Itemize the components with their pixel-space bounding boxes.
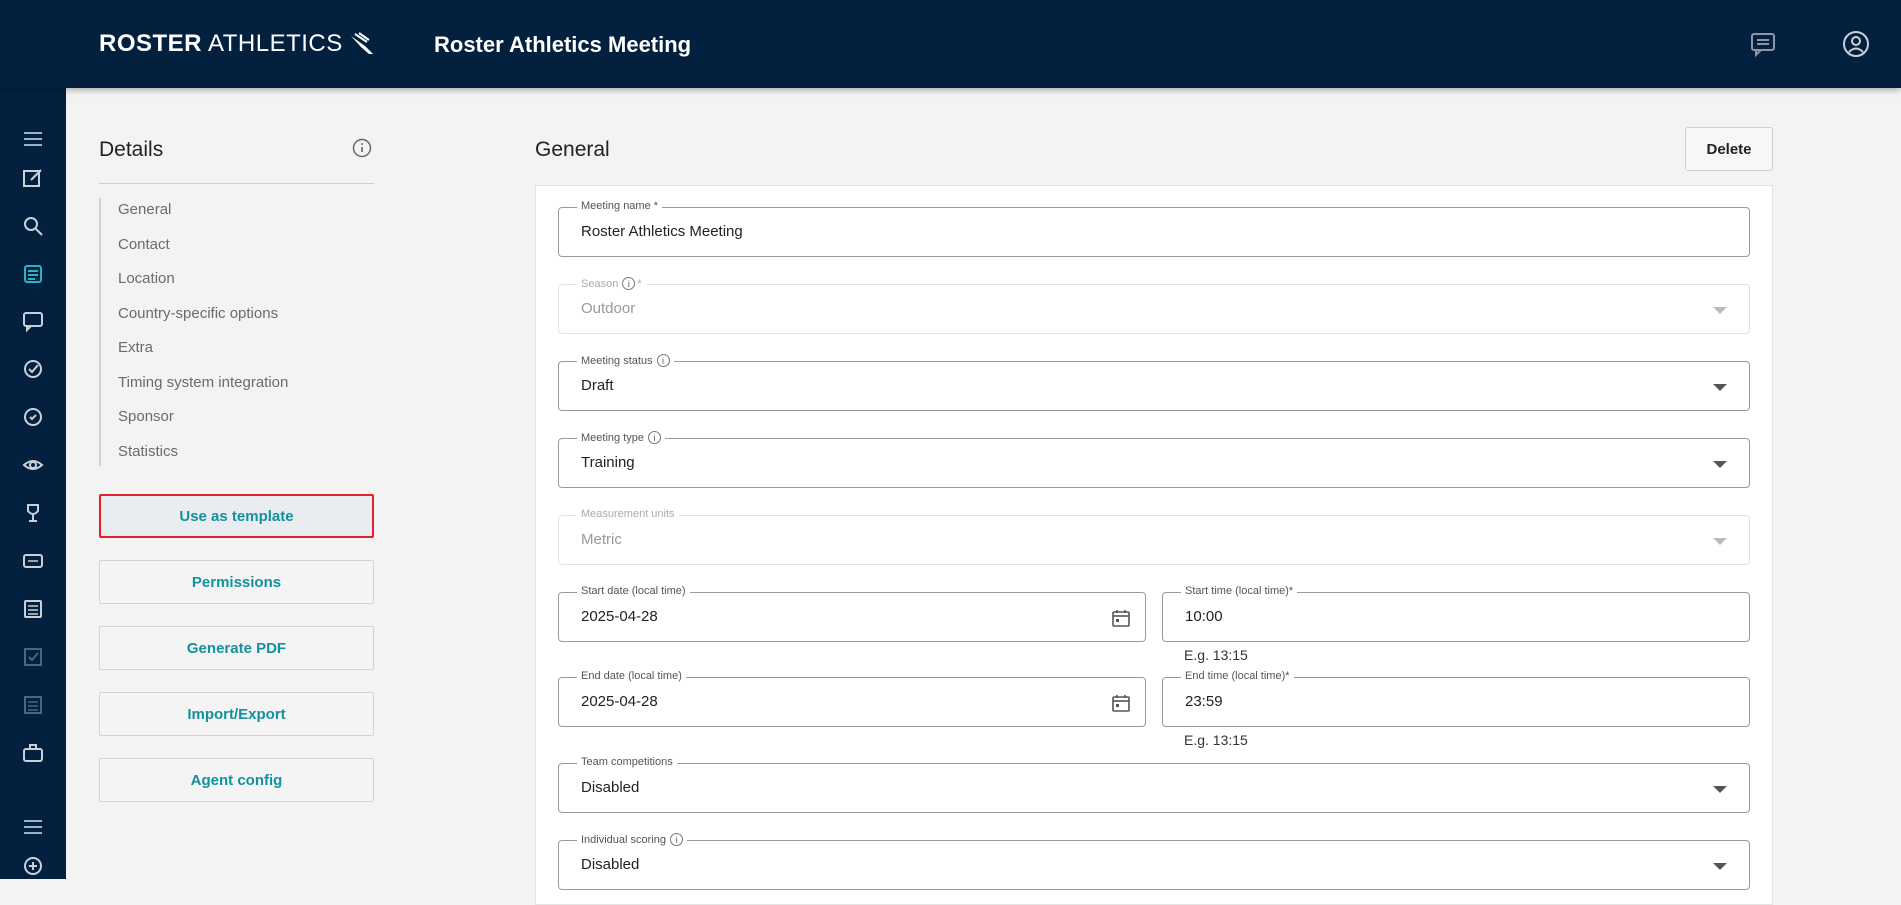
- trophy-icon[interactable]: [20, 500, 46, 526]
- winged-shoe-icon: [350, 32, 373, 54]
- scoring-info-icon[interactable]: i: [670, 833, 683, 846]
- start-date-value: 2025-04-28: [581, 608, 658, 625]
- info-icon[interactable]: [352, 138, 372, 163]
- season-label-text: Season: [581, 277, 619, 290]
- top-bar: ROSTER ATHLETICS Roster Athletics Meetin…: [0, 0, 1901, 88]
- nav-item-contact[interactable]: Contact: [101, 233, 288, 268]
- details-divider: [99, 183, 374, 184]
- briefcase-icon[interactable]: [20, 740, 46, 766]
- meeting-name-label: Meeting name *: [577, 200, 663, 212]
- measurement-units-label: Measurement units: [577, 508, 679, 520]
- check-badge-icon[interactable]: [20, 404, 46, 430]
- chevron-down-icon: [1713, 538, 1727, 545]
- nav-item-country-options[interactable]: Country-specific options: [101, 302, 288, 337]
- meeting-type-label-text: Meeting type: [581, 431, 644, 444]
- meeting-name-value: Roster Athletics Meeting: [581, 223, 743, 240]
- list-disabled-icon[interactable]: [20, 692, 46, 718]
- individual-scoring-select[interactable]: Individual scoring i Disabled: [558, 833, 1750, 890]
- start-time-hint: E.g. 13:15: [1184, 647, 1248, 663]
- season-value: Outdoor: [581, 300, 636, 317]
- individual-scoring-label: Individual scoring i: [577, 833, 687, 846]
- start-date-input[interactable]: Start date (local time) 2025-04-28: [558, 585, 1146, 642]
- status-info-icon[interactable]: i: [656, 354, 670, 367]
- start-date-label: Start date (local time): [577, 585, 690, 597]
- season-required-mark: *: [637, 277, 642, 290]
- individual-scoring-value: Disabled: [581, 856, 640, 873]
- team-competitions-label: Team competitions: [577, 756, 677, 768]
- end-date-label: End date (local time): [577, 670, 686, 682]
- section-title: General: [535, 138, 610, 161]
- generate-pdf-button[interactable]: Generate PDF: [99, 626, 374, 670]
- logo-light-text: ATHLETICS: [208, 30, 343, 57]
- calendar-icon[interactable]: [1111, 608, 1131, 633]
- page-title: Roster Athletics Meeting: [434, 32, 692, 57]
- season-select[interactable]: Season i * Outdoor: [558, 277, 1750, 334]
- nav-item-location[interactable]: Location: [101, 267, 288, 302]
- measurement-units-value: Metric: [581, 531, 622, 548]
- chevron-down-icon: [1713, 307, 1727, 314]
- team-competitions-value: Disabled: [581, 779, 640, 796]
- chevron-down-icon: [1713, 384, 1727, 391]
- meeting-type-select[interactable]: Meeting type i Training: [558, 431, 1750, 488]
- menu-icon[interactable]: [20, 126, 46, 152]
- details-nav: General Contact Location Country-specifi…: [99, 198, 288, 466]
- nav-item-general[interactable]: General: [101, 198, 288, 233]
- add-circle-icon[interactable]: [20, 853, 46, 879]
- meeting-name-input[interactable]: Meeting name * Roster Athletics Meeting: [558, 200, 1750, 257]
- end-date-input[interactable]: End date (local time) 2025-04-28: [558, 670, 1146, 727]
- chevron-down-icon: [1713, 863, 1727, 870]
- individual-scoring-label-text: Individual scoring: [581, 833, 666, 846]
- meeting-status-label: Meeting status i: [577, 354, 674, 367]
- season-info-icon[interactable]: i: [622, 277, 636, 290]
- app-logo[interactable]: ROSTER ATHLETICS: [99, 30, 377, 58]
- agent-config-button[interactable]: Agent config: [99, 758, 374, 802]
- end-time-label: End time (local time)*: [1181, 670, 1294, 682]
- nav-item-statistics[interactable]: Statistics: [101, 440, 288, 466]
- document-icon[interactable]: [20, 261, 46, 287]
- import-export-button[interactable]: Import/Export: [99, 692, 374, 736]
- end-date-value: 2025-04-28: [581, 693, 658, 710]
- meeting-status-label-text: Meeting status: [581, 354, 653, 367]
- end-time-value: 23:59: [1185, 693, 1223, 710]
- sidebar-rail: [0, 88, 66, 879]
- details-title: Details: [99, 138, 164, 161]
- end-time-input[interactable]: End time (local time)* 23:59: [1162, 670, 1750, 727]
- meeting-type-label: Meeting type i: [577, 431, 665, 444]
- meeting-type-value: Training: [581, 454, 635, 471]
- search-icon[interactable]: [20, 213, 46, 239]
- list-icon[interactable]: [20, 596, 46, 622]
- logo-bold-text: ROSTER: [99, 30, 203, 57]
- chevron-down-icon: [1713, 461, 1727, 468]
- season-label: Season i *: [577, 277, 646, 290]
- end-time-hint: E.g. 13:15: [1184, 732, 1248, 748]
- check-circle-icon[interactable]: [20, 356, 46, 382]
- menu-bottom-icon[interactable]: [20, 814, 46, 840]
- start-time-label: Start time (local time)*: [1181, 585, 1298, 597]
- nav-item-sponsor[interactable]: Sponsor: [101, 405, 288, 440]
- checkbox-icon[interactable]: [20, 644, 46, 670]
- team-competitions-select[interactable]: Team competitions Disabled: [558, 756, 1750, 813]
- chat-icon[interactable]: [1747, 28, 1779, 60]
- eye-icon[interactable]: [20, 452, 46, 478]
- type-info-icon[interactable]: i: [647, 431, 661, 444]
- calendar-icon[interactable]: [1111, 693, 1131, 718]
- account-icon[interactable]: [1840, 28, 1872, 60]
- delete-button[interactable]: Delete: [1685, 127, 1773, 171]
- measurement-units-select[interactable]: Measurement units Metric: [558, 508, 1750, 565]
- message-icon[interactable]: [20, 308, 46, 334]
- use-as-template-button[interactable]: Use as template: [99, 494, 374, 538]
- scoreboard-icon[interactable]: [20, 548, 46, 574]
- start-time-value: 10:00: [1185, 608, 1223, 625]
- chevron-down-icon: [1713, 786, 1727, 793]
- permissions-button[interactable]: Permissions: [99, 560, 374, 604]
- meeting-status-value: Draft: [581, 377, 614, 394]
- edit-icon[interactable]: [20, 165, 46, 191]
- nav-item-extra[interactable]: Extra: [101, 336, 288, 371]
- meeting-status-select[interactable]: Meeting status i Draft: [558, 354, 1750, 411]
- start-time-input[interactable]: Start time (local time)* 10:00: [1162, 585, 1750, 642]
- nav-item-timing[interactable]: Timing system integration: [101, 371, 288, 406]
